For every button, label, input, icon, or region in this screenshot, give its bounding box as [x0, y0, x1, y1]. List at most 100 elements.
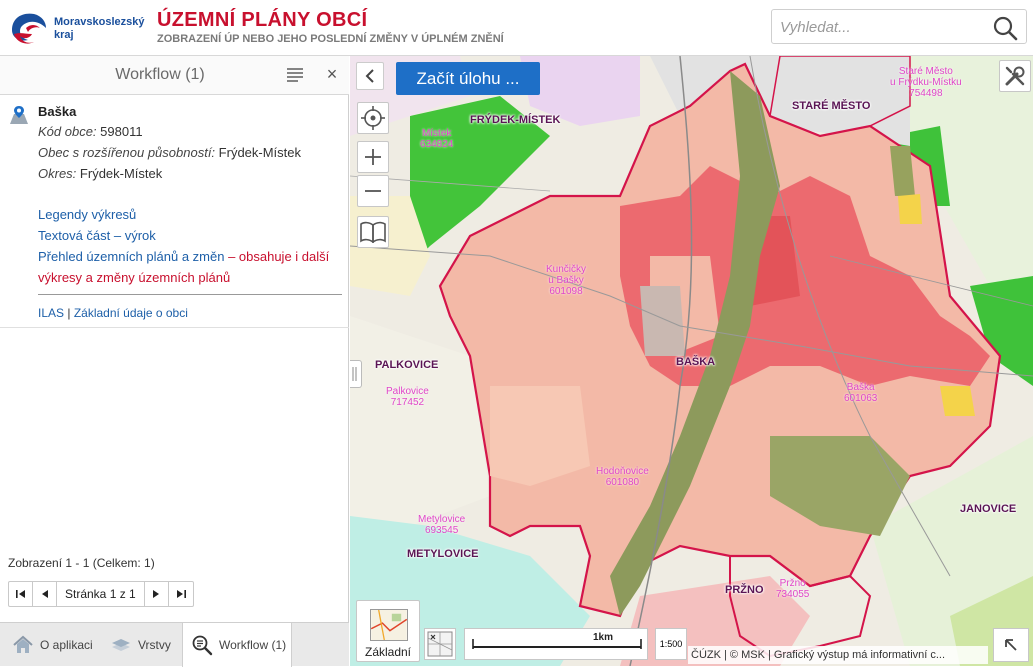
map-label-palkovice: PALKOVICE	[375, 359, 439, 371]
pager-info: Zobrazení 1 - 1 (Celkem: 1)	[8, 556, 155, 570]
first-page-icon	[15, 590, 25, 598]
zoom-out-button[interactable]	[357, 175, 389, 207]
links-footer: ILAS | Základní údaje o obci	[38, 306, 188, 320]
map-label-przno: PRŽNO	[725, 584, 764, 596]
map-grid-icon	[427, 631, 453, 657]
map-label-baska: BAŠKA	[676, 356, 716, 368]
first-page-button[interactable]	[9, 582, 33, 606]
tab-o-aplikaci[interactable]: O aplikaci	[12, 623, 102, 667]
map-pin-icon[interactable]	[8, 104, 30, 126]
scale-value: 1:500	[659, 639, 683, 649]
record-orp: Obec s rozšířenou působností: Frýdek-Mís…	[38, 145, 301, 160]
app-header: Moravskoslezský kraj ÚZEMNÍ PLÁNY OBCÍ Z…	[0, 0, 1033, 56]
plus-icon	[365, 149, 381, 165]
home-icon	[13, 635, 33, 653]
map-sublabel-palkovice: Palkovice 717452	[386, 386, 429, 408]
last-page-icon	[176, 590, 186, 598]
panel-title: Workflow (1)	[115, 66, 205, 83]
map-attribution: ČÚZK | © MSK | Grafický výstup má inform…	[688, 646, 988, 664]
prev-page-icon	[41, 590, 48, 598]
tab-label: Vrstvy	[138, 638, 171, 652]
locate-button[interactable]	[357, 102, 389, 134]
map-sublabel-stare-mesto: Staré Město u Frýdku-Místku 754498	[890, 66, 962, 99]
crosshair-icon	[361, 106, 385, 130]
scale-bar: 1km	[464, 628, 648, 660]
okres-label: Okres:	[38, 166, 77, 181]
expand-button[interactable]	[993, 628, 1029, 662]
logo[interactable]: Moravskoslezský kraj	[8, 6, 148, 50]
map-sublabel-metylovice: Metylovice 693545	[418, 514, 466, 536]
logo-text-line2: kraj	[54, 29, 74, 41]
region-logo-icon	[12, 13, 46, 44]
bottom-tabs: O aplikaci Vrstvy Workflow (1)	[0, 622, 349, 667]
close-icon[interactable]: ×	[324, 65, 340, 83]
orp-label: Obec s rozšířenou působností:	[38, 145, 216, 160]
panel-resize-handle[interactable]	[350, 360, 362, 388]
search-icon[interactable]	[992, 15, 1018, 41]
basemap-thumbnail-icon	[370, 609, 408, 641]
map-label-frydek: FRÝDEK-MÍSTEK	[470, 114, 561, 126]
tab-label: Workflow (1)	[219, 638, 287, 652]
kod-value: 598011	[100, 124, 143, 139]
next-page-icon	[153, 590, 160, 598]
collapse-panel-button[interactable]	[356, 62, 384, 90]
scale-label: 1km	[593, 632, 614, 643]
start-task-button[interactable]: Začít úlohu ...	[396, 62, 540, 95]
prev-page-button[interactable]	[33, 582, 57, 606]
link-zakladni-udaje[interactable]: Základní údaje o obci	[74, 306, 188, 320]
tools-button[interactable]	[999, 60, 1031, 92]
link-legendy[interactable]: Legendy výkresů	[38, 207, 136, 222]
tab-workflow[interactable]: Workflow (1)	[182, 623, 292, 667]
wrench-screwdriver-icon	[1005, 66, 1025, 86]
prehled-note: – obsahuje i další	[224, 249, 330, 264]
workflow-panel: Workflow (1) × Baška Kód obce: 598011 Ob…	[0, 56, 349, 667]
tab-label: O aplikaci	[40, 638, 93, 652]
overview-map-button[interactable]	[424, 628, 456, 660]
tab-vrstvy[interactable]: Vrstvy	[110, 623, 180, 667]
list-menu-icon[interactable]	[286, 67, 304, 83]
zoom-in-button[interactable]	[357, 141, 389, 173]
result-record: Baška Kód obce: 598011 Obec s rozšířenou…	[0, 96, 349, 328]
record-name: Baška	[38, 104, 77, 119]
search-list-icon	[192, 635, 213, 656]
map-sublabel-przno: Pržno 734055	[776, 578, 810, 600]
page-label: Stránka 1 z 1	[57, 582, 145, 606]
basemap-label: Základní	[364, 645, 412, 659]
link-textova-cast[interactable]: Textová část – výrok	[38, 228, 156, 243]
map-sublabel-hodonovice: Hodoňovice 601080	[596, 466, 649, 488]
minus-icon	[365, 190, 381, 192]
app-subtitle: ZOBRAZENÍ ÚP NEBO JEHO POSLEDNÍ ZMĚNY V …	[157, 33, 504, 45]
link-prehled[interactable]: Přehled územních plánů a změn	[38, 249, 224, 264]
map-label-metylovice: METYLOVICE	[407, 548, 479, 560]
link-separator: |	[64, 306, 74, 320]
book-icon	[360, 221, 386, 243]
map-label-janovice: JANOVICE	[960, 503, 1017, 515]
scale-ruler-icon	[472, 639, 642, 649]
arrow-up-left-icon	[1005, 639, 1017, 651]
link-ilas[interactable]: ILAS	[38, 306, 64, 320]
panel-header: Workflow (1) ×	[0, 56, 349, 95]
basemap-switcher[interactable]: Základní	[356, 600, 420, 662]
bookmarks-button[interactable]	[357, 216, 389, 248]
last-page-button[interactable]	[169, 582, 193, 606]
pager: Stránka 1 z 1	[8, 581, 194, 607]
chevron-left-icon	[365, 69, 374, 83]
orp-value: Frýdek-Místek	[218, 145, 302, 160]
map-sublabel-mistek: Místek 634824	[420, 128, 454, 150]
link-prehled-group: Přehled územních plánů a změn – obsahuje…	[38, 249, 329, 264]
logo-text-line1: Moravskoslezský	[54, 16, 145, 28]
prehled-note-2: výkresy a změny územních plánů	[38, 270, 231, 285]
okres-value: Frýdek-Místek	[79, 166, 163, 181]
kod-label: Kód obce:	[38, 124, 97, 139]
record-kod: Kód obce: 598011	[38, 124, 143, 139]
next-page-button[interactable]	[145, 582, 169, 606]
scale-selector-button[interactable]: 1:500	[655, 628, 687, 660]
search-input[interactable]	[780, 17, 980, 37]
map-label-stare-mesto: STARÉ MĚSTO	[792, 100, 871, 112]
app-title: ÚZEMNÍ PLÁNY OBCÍ	[157, 9, 368, 31]
divider	[38, 294, 342, 295]
map-canvas[interactable]: FRÝDEK-MÍSTEK STARÉ MĚSTO PALKOVICE BAŠK…	[350, 56, 1033, 666]
layers-icon	[112, 639, 130, 651]
grip-icon	[352, 367, 357, 381]
search-box	[771, 9, 1027, 44]
